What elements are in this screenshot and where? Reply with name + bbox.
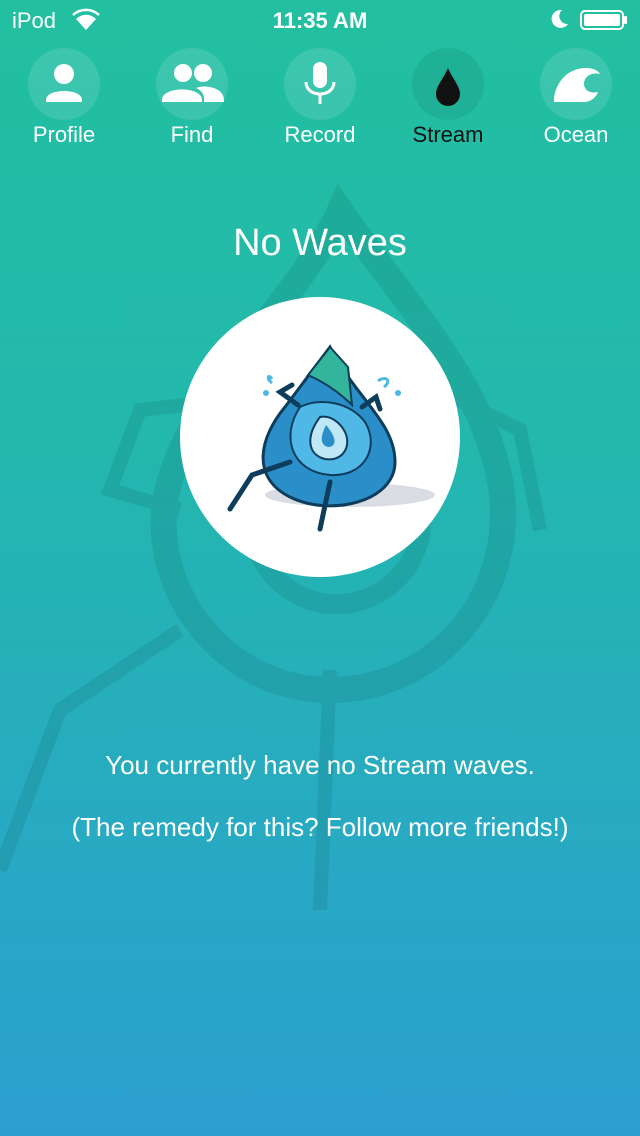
tab-stream-label: Stream (412, 122, 484, 147)
tab-find-label: Find (170, 122, 214, 147)
battery-icon (580, 10, 627, 30)
tab-record[interactable]: Record (256, 48, 384, 152)
empty-state-hint: (The remedy for this? Follow more friend… (71, 812, 569, 842)
tab-profile[interactable]: Profile (0, 48, 128, 152)
empty-state-message: You currently have no Stream waves. (105, 750, 535, 780)
people-icon (162, 64, 224, 102)
crying-water-drop-mascot-image (227, 344, 435, 532)
tab-stream[interactable]: Stream (384, 48, 512, 152)
tab-record-label: Record (284, 122, 356, 147)
tab-ocean[interactable]: Ocean (512, 48, 640, 152)
tab-ocean-label: Ocean (543, 122, 609, 147)
microphone-icon (304, 62, 336, 104)
water-drop-icon (436, 68, 460, 106)
status-time: 11:35 AM (272, 8, 368, 33)
person-icon (46, 64, 82, 102)
tab-profile-label: Profile (32, 122, 96, 147)
wave-icon (554, 68, 600, 102)
tab-find[interactable]: Find (128, 48, 256, 152)
mascot-illustration-circle (180, 297, 460, 577)
app-screen: iPod 11:35 AM Profile Find Record Stream… (0, 0, 640, 1136)
status-bar: iPod 11:35 AM (0, 0, 640, 40)
empty-state-title: No Waves (233, 222, 407, 264)
do-not-disturb-moon-icon (551, 9, 568, 28)
top-tab-bar: Profile Find Record Stream Ocean (0, 48, 640, 158)
